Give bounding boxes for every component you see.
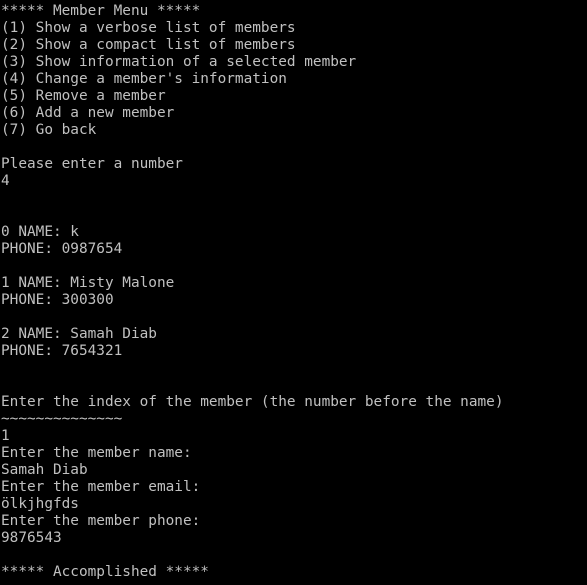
- member-1-name: 1 NAME: Misty Malone: [1, 275, 175, 291]
- menu-option-2: (2) Show a compact list of members: [1, 37, 296, 53]
- prompt-underline: ~~~~~~~~~~~~~~: [1, 411, 123, 427]
- member-2-name: 2 NAME: Samah Diab: [1, 326, 157, 342]
- menu-option-5: (5) Remove a member: [1, 88, 166, 104]
- prompt-email: Enter the member email:: [1, 479, 201, 495]
- entered-index: 1: [1, 428, 10, 444]
- entered-number: 4: [1, 173, 10, 189]
- entered-name: Samah Diab: [1, 462, 88, 478]
- member-0-name: 0 NAME: k: [1, 224, 79, 240]
- menu-option-1: (1) Show a verbose list of members: [1, 20, 296, 36]
- menu-option-4: (4) Change a member's information: [1, 71, 287, 87]
- prompt-name: Enter the member name:: [1, 445, 192, 461]
- entered-email: ölkjhgfds: [1, 496, 79, 512]
- entered-phone: 9876543: [1, 530, 62, 546]
- prompt-number: Please enter a number: [1, 156, 183, 172]
- member-1-phone: PHONE: 300300: [1, 292, 114, 308]
- prompt-phone: Enter the member phone:: [1, 513, 201, 529]
- menu-option-3: (3) Show information of a selected membe…: [1, 54, 357, 70]
- console-window[interactable]: ***** Member Menu ***** (1) Show a verbo…: [0, 0, 587, 585]
- member-0-phone: PHONE: 0987654: [1, 241, 123, 257]
- prompt-index: Enter the index of the member (the numbe…: [1, 394, 504, 410]
- menu-option-6: (6) Add a new member: [1, 105, 175, 121]
- result-message: ***** Accomplished *****: [1, 564, 209, 580]
- member-2-phone: PHONE: 7654321: [1, 343, 123, 359]
- menu-title: ***** Member Menu *****: [1, 3, 201, 19]
- menu-option-7: (7) Go back: [1, 122, 97, 138]
